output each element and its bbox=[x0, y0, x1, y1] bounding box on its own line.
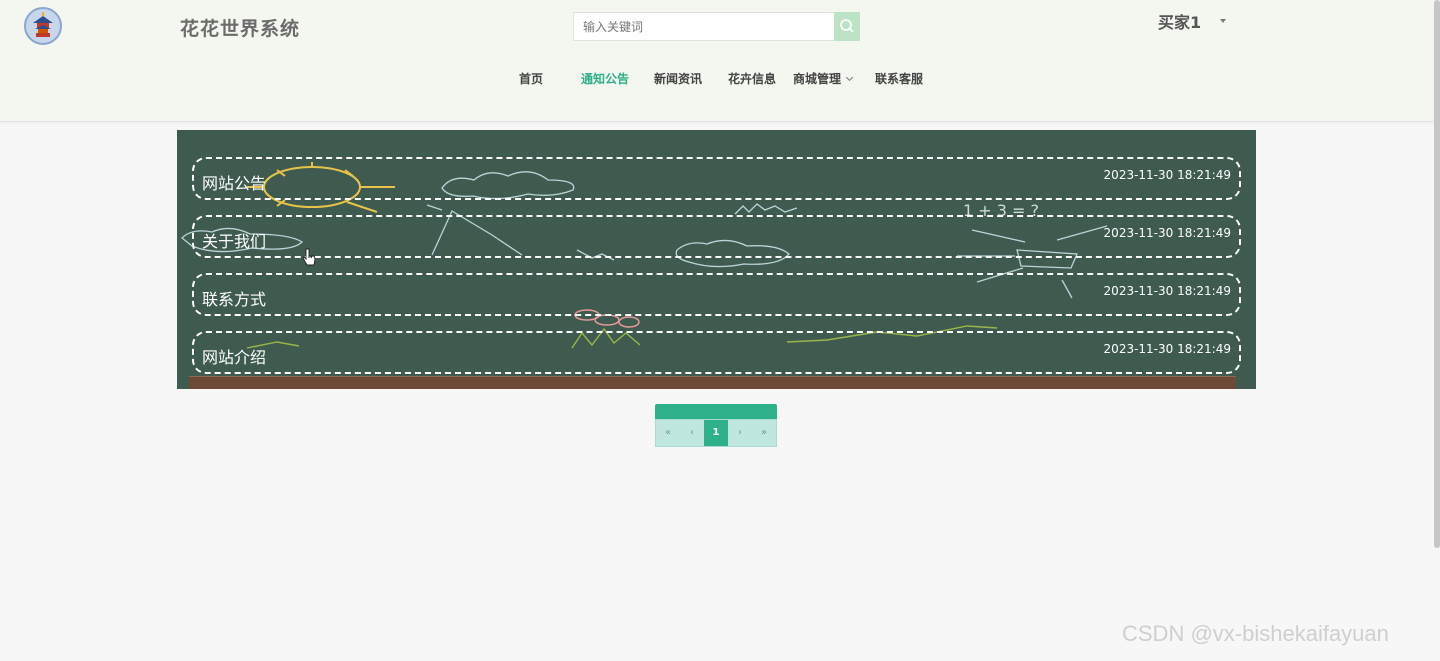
nav-item-flowers[interactable]: 花卉信息 bbox=[728, 70, 776, 87]
page-first-button[interactable]: « bbox=[656, 420, 680, 446]
nav-item-home[interactable]: 首页 bbox=[519, 70, 543, 87]
site-title: 花花世界系统 bbox=[180, 18, 301, 40]
page-last-button[interactable]: » bbox=[752, 420, 776, 446]
site-logo[interactable] bbox=[24, 7, 62, 45]
notice-row[interactable]: 关于我们 2023-11-30 18:21:49 bbox=[192, 215, 1241, 258]
notice-date: 2023-11-30 18:21:49 bbox=[1103, 168, 1231, 182]
watermark-text: CSDN @vx-bishekaifayuan bbox=[1122, 621, 1389, 646]
page-scrollbar[interactable] bbox=[1434, 0, 1440, 548]
temple-logo-icon bbox=[33, 12, 53, 37]
search-box bbox=[573, 12, 860, 41]
notice-row[interactable]: 联系方式 2023-11-30 18:21:49 bbox=[192, 273, 1241, 316]
notice-date: 2023-11-30 18:21:49 bbox=[1103, 342, 1231, 356]
nav-item-notices[interactable]: 通知公告 bbox=[581, 70, 629, 87]
notice-title: 关于我们 bbox=[202, 232, 267, 251]
page-next-button[interactable]: › bbox=[728, 420, 752, 446]
page-current-button[interactable]: 1 bbox=[704, 420, 728, 446]
pagination: « ‹ 1 › » bbox=[655, 404, 777, 447]
nav-item-customer-service[interactable]: 联系客服 bbox=[875, 70, 923, 87]
notice-date: 2023-11-30 18:21:49 bbox=[1103, 284, 1231, 298]
pagination-header-bar bbox=[655, 404, 777, 419]
notice-board: 1 + 3 = ? 网站公告 2023-11-30 18:21:49 关于我们 … bbox=[177, 130, 1256, 389]
notice-row[interactable]: 网站介绍 2023-11-30 18:21:49 bbox=[192, 331, 1241, 374]
pagination-controls: « ‹ 1 › » bbox=[655, 419, 777, 447]
notice-row[interactable]: 网站公告 2023-11-30 18:21:49 bbox=[192, 157, 1241, 200]
nav-item-news[interactable]: 新闻资讯 bbox=[654, 70, 702, 87]
chevron-down-icon bbox=[845, 73, 854, 82]
caret-down-icon bbox=[1220, 19, 1226, 23]
nav-item-shop-management[interactable]: 商城管理 bbox=[793, 70, 854, 87]
search-input[interactable] bbox=[573, 12, 834, 41]
notice-title: 网站介绍 bbox=[202, 348, 267, 367]
hand-cursor-icon bbox=[302, 248, 316, 266]
nav-item-shop-label: 商城管理 bbox=[793, 72, 842, 86]
search-icon bbox=[840, 19, 854, 33]
notice-title: 联系方式 bbox=[202, 290, 267, 309]
top-header: 花花世界系统 买家1 首页 通知公告 新闻资讯 花卉信息 商城管理 联系客服 bbox=[0, 0, 1440, 122]
user-name: 买家1 bbox=[1158, 13, 1202, 32]
notice-date: 2023-11-30 18:21:49 bbox=[1103, 226, 1231, 240]
user-menu[interactable]: 买家1 bbox=[1158, 9, 1226, 32]
search-button[interactable] bbox=[834, 12, 860, 41]
board-ledge bbox=[189, 376, 1236, 389]
notice-title: 网站公告 bbox=[202, 174, 267, 193]
main-nav: 首页 通知公告 新闻资讯 花卉信息 商城管理 联系客服 bbox=[0, 70, 1440, 90]
page-prev-button[interactable]: ‹ bbox=[680, 420, 704, 446]
